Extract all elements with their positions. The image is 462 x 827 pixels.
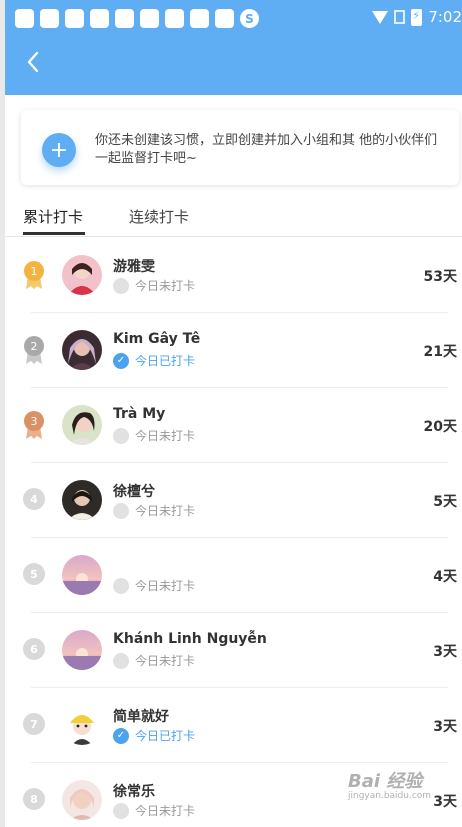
create-habit-card: + 你还未创建该习惯，立即创建并加入小组和其 他的小伙伴们一起监督打卡吧~ <box>21 110 459 185</box>
clock: 7:02 <box>428 8 462 26</box>
checkin-status-text: 今日未打卡 <box>135 579 196 593</box>
avatar[interactable] <box>62 780 102 820</box>
rank-badge: 7 <box>23 713 45 735</box>
battery-charging-icon <box>411 8 423 26</box>
checkin-status: ✓ 今日已打卡 <box>113 352 195 369</box>
notification-icon <box>215 9 234 28</box>
notification-icon <box>140 9 159 28</box>
checkin-days: 3天 <box>433 719 457 735</box>
unchecked-icon <box>113 652 129 669</box>
member-name: 徐常乐 <box>113 784 155 800</box>
list-item[interactable]: 6 Khánh Linh Nguyễn 今日未打卡 3天 <box>5 613 462 688</box>
active-tab-indicator <box>23 232 85 235</box>
checkin-status: 今日未打卡 <box>113 427 195 444</box>
notification-icon <box>90 9 109 28</box>
checkin-days: 21天 <box>423 344 457 360</box>
checkin-status: 今日未打卡 <box>113 577 195 594</box>
status-bar: S 7:02 <box>5 0 462 33</box>
invite-text: 你还未创建该习惯，立即创建并加入小组和其 他的小伙伴们一起监督打卡吧~ <box>95 133 438 166</box>
no-sim-icon <box>394 10 406 24</box>
gold-medal-icon: 1 <box>24 261 44 289</box>
notification-icons: S <box>15 9 259 28</box>
checkin-days: 4天 <box>433 569 457 585</box>
avatar[interactable] <box>62 480 102 520</box>
checkin-status-text: 今日已打卡 <box>135 354 196 368</box>
list-item[interactable]: 7 简单就好 ✓ 今日已打卡 3天 <box>5 688 462 763</box>
avatar[interactable] <box>62 405 102 445</box>
ranking-tabs: 累计打卡 连续打卡 <box>5 198 462 237</box>
member-name: Trà My <box>113 406 166 422</box>
checkin-status-text: 今日未打卡 <box>135 429 196 443</box>
bronze-medal-icon: 3 <box>24 411 44 439</box>
checkin-status: 今日未打卡 <box>113 652 195 669</box>
silver-medal-icon: 2 <box>24 336 44 364</box>
checkin-status-text: 今日未打卡 <box>135 804 196 818</box>
unchecked-icon <box>113 502 129 519</box>
avatar[interactable] <box>62 555 102 595</box>
chevron-left-icon <box>27 51 39 73</box>
checkin-status-text: 今日未打卡 <box>135 504 196 518</box>
add-habit-button[interactable]: + <box>42 133 76 167</box>
system-status: 7:02 <box>372 6 462 28</box>
rank-badge: 6 <box>23 638 45 660</box>
baidu-watermark: Bai 经验 jingyan.baidu.com <box>348 767 458 809</box>
unchecked-icon <box>113 427 129 444</box>
back-button[interactable] <box>19 47 49 77</box>
notification-icon <box>165 9 184 28</box>
sogou-icon: S <box>240 9 259 28</box>
notification-icon <box>115 9 134 28</box>
rank-number: 3 <box>31 415 38 428</box>
checked-icon: ✓ <box>113 727 129 744</box>
ranking-list: 1 游雅雯 今日未打卡 53天 2 Kim Gây Tê ✓ 今日已打卡 21天… <box>5 238 462 827</box>
list-item[interactable]: 5 今日未打卡 4天 <box>5 538 462 613</box>
avatar[interactable] <box>62 630 102 670</box>
watermark-logo: Bai 经验 <box>348 771 423 792</box>
unchecked-icon <box>113 802 129 819</box>
wifi-icon <box>372 10 389 24</box>
checkin-days: 53天 <box>423 269 457 285</box>
notification-icon <box>190 9 209 28</box>
member-name: 简单就好 <box>113 709 169 725</box>
avatar[interactable] <box>62 255 102 295</box>
checkin-status-text: 今日已打卡 <box>135 729 196 743</box>
tab-consecutive[interactable]: 连续打卡 <box>129 206 189 227</box>
avatar[interactable] <box>62 705 102 745</box>
list-item[interactable]: 3 Trà My 今日未打卡 20天 <box>5 388 462 463</box>
rank-badge: 4 <box>23 488 45 510</box>
rank-badge: 8 <box>23 788 45 810</box>
checkin-status: 今日未打卡 <box>113 502 195 519</box>
checkin-days: 3天 <box>433 644 457 660</box>
notification-icon <box>40 9 59 28</box>
list-item[interactable]: 1 游雅雯 今日未打卡 53天 <box>5 238 462 313</box>
checked-icon: ✓ <box>113 352 129 369</box>
unchecked-icon <box>113 277 129 294</box>
tab-cumulative[interactable]: 累计打卡 <box>23 206 83 227</box>
app-screen: S 7:02 + 你还未创建该习惯，立即创建并加入小组和其 他的小伙伴们一起监督… <box>5 0 462 827</box>
checkin-status-text: 今日未打卡 <box>135 654 196 668</box>
member-name: Kim Gây Tê <box>113 331 201 347</box>
checkin-days: 20天 <box>423 419 457 435</box>
checkin-status: 今日未打卡 <box>113 277 195 294</box>
app-bar <box>5 33 462 95</box>
notification-icon <box>15 9 34 28</box>
member-name: 游雅雯 <box>113 259 155 275</box>
avatar[interactable] <box>62 330 102 370</box>
checkin-status: ✓ 今日已打卡 <box>113 727 195 744</box>
plus-icon: + <box>49 137 69 163</box>
list-item[interactable]: 4 徐檀兮 今日未打卡 5天 <box>5 463 462 538</box>
unchecked-icon <box>113 577 129 594</box>
checkin-days: 5天 <box>433 494 457 510</box>
checkin-status-text: 今日未打卡 <box>135 279 196 293</box>
list-item[interactable]: 2 Kim Gây Tê ✓ 今日已打卡 21天 <box>5 313 462 388</box>
member-name: 徐檀兮 <box>113 484 155 500</box>
checkin-status: 今日未打卡 <box>113 802 195 819</box>
notification-icon <box>65 9 84 28</box>
rank-number: 2 <box>31 340 38 353</box>
rank-number: 1 <box>31 265 38 278</box>
watermark-url: jingyan.baidu.com <box>348 791 432 801</box>
member-name: Khánh Linh Nguyễn <box>113 631 267 647</box>
rank-badge: 5 <box>23 563 45 585</box>
